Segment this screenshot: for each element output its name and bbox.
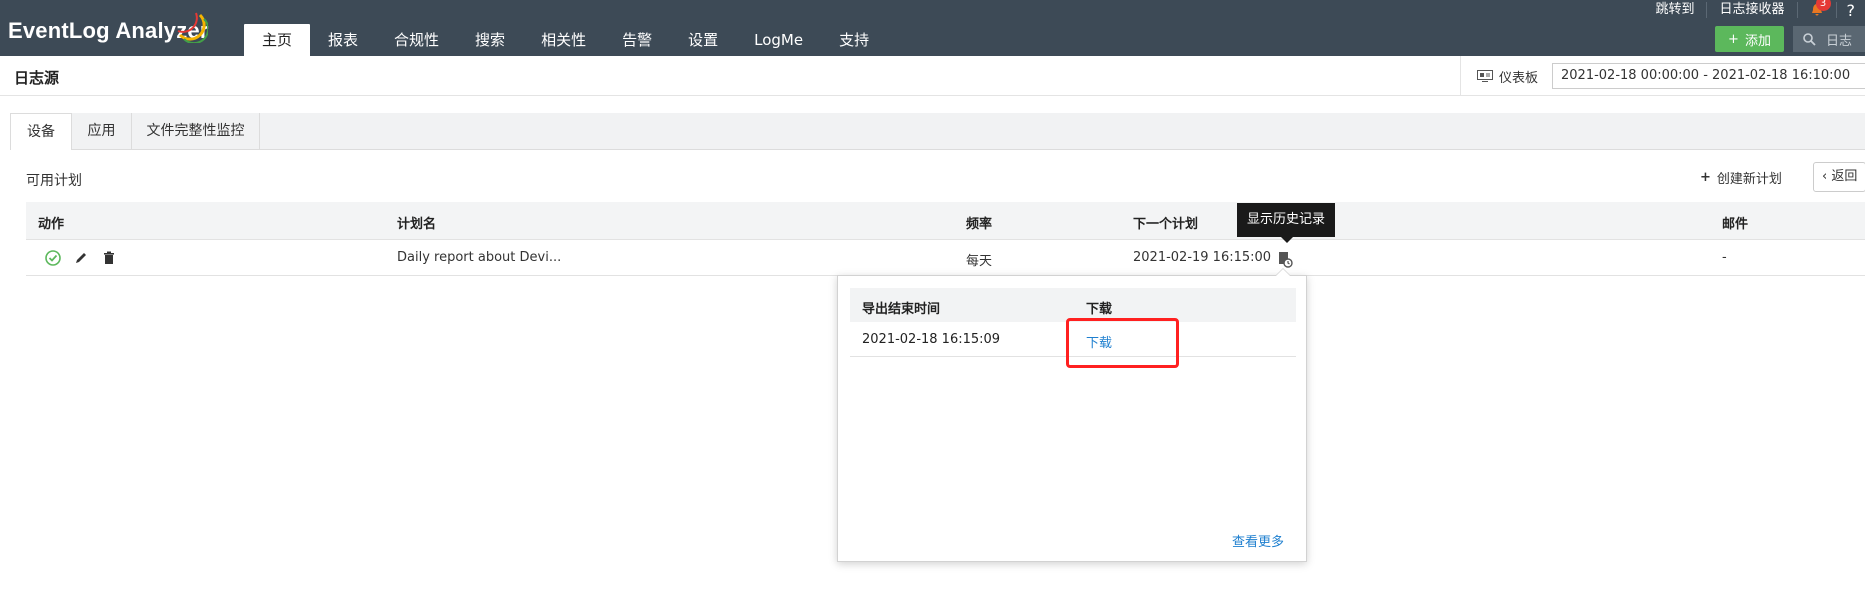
- col-export-end-time: 导出结束时间: [862, 302, 941, 317]
- nav-compliance[interactable]: 合规性: [376, 24, 457, 56]
- notification-bell[interactable]: 3: [1798, 0, 1837, 18]
- col-frequency: 频率: [966, 217, 993, 232]
- add-label: 添加: [1744, 33, 1771, 49]
- tab-file-integrity[interactable]: 文件完整性监控: [132, 113, 260, 150]
- available-plans-label: 可用计划: [26, 173, 82, 189]
- plans-table: 动作 计划名 频率 下一个计划 邮件 Daily report about De…: [26, 202, 1865, 276]
- plus-icon: +: [1728, 31, 1739, 47]
- add-button[interactable]: + 添加: [1715, 26, 1784, 52]
- search-icon: [1803, 32, 1816, 46]
- nav-settings[interactable]: 设置: [670, 24, 736, 56]
- tab-devices[interactable]: 设备: [10, 113, 72, 151]
- log-receiver-link[interactable]: 日志接收器: [1707, 2, 1798, 18]
- delete-icon[interactable]: [100, 249, 118, 267]
- nav-logme[interactable]: LogMe: [736, 24, 821, 56]
- plus-icon: +: [1700, 170, 1711, 185]
- create-plan-label: 创建新计划: [1716, 172, 1782, 187]
- top-right-links: 跳转到 日志接收器 3 ?: [1643, 0, 1865, 20]
- nav-search[interactable]: 搜索: [457, 24, 523, 56]
- nav-home[interactable]: 主页: [244, 24, 311, 56]
- col-download: 下载: [1086, 302, 1113, 317]
- jump-to-link[interactable]: 跳转到: [1643, 2, 1708, 18]
- sub-header: 日志源 仪表板 2021-02-18 00:00:00 - 2021-02-18…: [0, 56, 1865, 96]
- table-row: Daily report about Devi... 每天 2021-02-19…: [26, 240, 1865, 276]
- edit-icon[interactable]: [72, 249, 90, 267]
- dashboard-label: 仪表板: [1499, 70, 1539, 86]
- search-input[interactable]: 日志: [1793, 26, 1865, 52]
- page-title: 日志源: [14, 69, 60, 87]
- chevron-left-icon: ‹: [1822, 169, 1828, 184]
- tab-applications[interactable]: 应用: [72, 113, 132, 150]
- tab-bar: 设备 应用 文件完整性监控: [10, 113, 1865, 151]
- dashboard-link[interactable]: 仪表板: [1460, 56, 1554, 96]
- view-more-link[interactable]: 查看更多: [1232, 531, 1284, 550]
- dashboard-icon: [1477, 70, 1493, 82]
- create-plan-button[interactable]: + 创建新计划: [1700, 168, 1782, 187]
- col-next-schedule: 下一个计划: [1133, 217, 1199, 232]
- history-tooltip: 显示历史记录: [1237, 203, 1335, 243]
- main-nav: 主页 报表 合规性 搜索 相关性 告警 设置 LogMe 支持: [244, 24, 887, 56]
- top-bar: EventLog Analyzer 主页 报表 合规性 搜索 相关性 告警 设置…: [0, 0, 1865, 56]
- col-action: 动作: [38, 217, 65, 232]
- col-email: 邮件: [1722, 217, 1749, 232]
- back-button[interactable]: ‹ 返回: [1813, 162, 1865, 192]
- nav-alerts[interactable]: 告警: [604, 24, 670, 56]
- table-header: 动作 计划名 频率 下一个计划 邮件: [26, 202, 1865, 240]
- nav-reports[interactable]: 报表: [310, 24, 376, 56]
- help-icon[interactable]: ?: [1837, 1, 1865, 20]
- search-placeholder: 日志: [1826, 33, 1853, 49]
- nav-support[interactable]: 支持: [821, 24, 887, 56]
- frequency-cell: 每天: [966, 254, 993, 269]
- nav-correlation[interactable]: 相关性: [523, 24, 604, 56]
- export-end-time-cell: 2021-02-18 16:15:09: [862, 332, 1001, 347]
- enabled-check-icon[interactable]: [44, 249, 62, 267]
- logo-arc-icon: [177, 12, 208, 43]
- highlight-box: [1066, 318, 1179, 368]
- next-schedule-cell: 2021-02-19 16:15:00: [1133, 250, 1272, 265]
- history-table-header: 导出结束时间 下载: [850, 288, 1296, 322]
- history-icon[interactable]: [1276, 250, 1294, 268]
- plan-name-cell[interactable]: Daily report about Devi...: [397, 250, 561, 265]
- back-label: 返回: [1831, 169, 1858, 184]
- email-cell: -: [1722, 250, 1727, 265]
- col-plan-name: 计划名: [397, 217, 437, 232]
- date-range-picker[interactable]: 2021-02-18 00:00:00 - 2021-02-18 16:10:0…: [1552, 63, 1865, 89]
